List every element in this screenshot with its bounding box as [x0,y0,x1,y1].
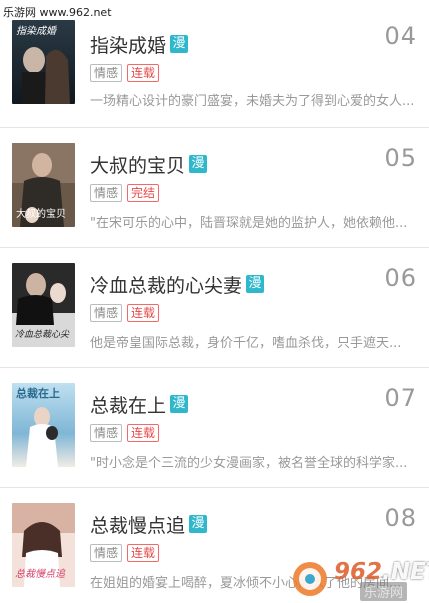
list-item[interactable]: 总裁在上 总裁在上 漫 07 情感 连载 "时小念是个三流的少女漫画家，被名誉全… [0,368,429,488]
cover-image[interactable]: 总裁在上 [12,383,75,467]
rank-number: 07 [384,384,417,412]
list-item[interactable]: 冷血总裁心尖 冷血总裁的心尖妻 漫 06 情感 连载 他是帝皇国际总裁，身价千亿… [0,248,429,368]
list-item[interactable]: 大叔的宝贝 大叔的宝贝 漫 05 情感 完结 "在宋可乐的心中，陆晋琛就是她的监… [0,128,429,248]
cover-title: 大叔的宝贝 [16,207,66,220]
comic-title[interactable]: 冷血总裁的心尖妻 [90,271,242,298]
logo-icon [293,562,327,596]
status-tag: 完结 [127,184,160,202]
rank-number: 05 [384,144,417,172]
genre-tag: 情感 [90,424,123,442]
comic-description: 他是帝皇国际总裁，身价千亿，嗜血杀伐，只手遮天... [90,336,402,351]
cover-image[interactable]: 大叔的宝贝 [12,143,75,227]
site-logo-watermark: 962.NET 乐游网 [288,559,429,601]
status-tag: 连载 [127,544,160,562]
status-tag: 连载 [127,304,160,322]
genre-tag: 情感 [90,304,123,322]
genre-tag: 情感 [90,544,123,562]
genre-tag: 情感 [90,64,123,82]
rank-number: 04 [384,22,417,50]
manga-badge: 漫 [189,515,208,533]
page: 乐游网 www.962.net 指染成婚 指染成婚 漫 04 情感 连载 一场精… [0,0,429,603]
site-watermark: 乐游网 www.962.net [3,6,112,19]
rank-number: 06 [384,264,417,292]
tag-group: 情感 完结 [90,184,160,202]
comic-description: "时小念是个三流的少女漫画家，被名誉全球的科学家... [90,456,408,471]
status-tag: 连载 [127,424,160,442]
cover-title: 冷血总裁心尖 [15,329,70,340]
status-tag: 连载 [127,64,160,82]
cover-title: 指染成婚 [16,25,58,37]
manga-badge: 漫 [170,395,189,413]
genre-tag: 情感 [90,184,123,202]
tag-group: 情感 连载 [90,544,160,562]
comic-title[interactable]: 总裁在上 [90,391,166,418]
comic-description: 一场精心设计的豪门盛宴，未婚夫为了得到心爱的女人... [90,94,415,109]
tag-group: 情感 连载 [90,64,160,82]
cover-art: 总裁在上 [12,383,75,467]
comic-description: "在宋可乐的心中，陆晋琛就是她的监护人，她依赖他... [90,216,408,231]
cover-image[interactable]: 指染成婚 [12,20,75,104]
tag-group: 情感 连载 [90,424,160,442]
cover-image[interactable]: 总裁慢点追 [12,503,75,587]
cover-title: 总裁慢点追 [15,568,66,580]
cover-art: 总裁慢点追 [12,503,75,587]
logo-subtitle: 乐游网 [360,582,408,601]
manga-badge: 漫 [189,155,208,173]
cover-art: 冷血总裁心尖 [12,263,75,347]
manga-badge: 漫 [170,35,189,53]
cover-title: 总裁在上 [16,386,60,400]
comic-title[interactable]: 大叔的宝贝 [90,151,185,178]
comic-title[interactable]: 总裁慢点追 [90,511,185,538]
manga-badge: 漫 [246,275,265,293]
cover-image[interactable]: 冷血总裁心尖 [12,263,75,347]
cover-art: 指染成婚 [12,20,75,104]
tag-group: 情感 连载 [90,304,160,322]
rank-number: 08 [384,504,417,532]
comic-title[interactable]: 指染成婚 [90,31,166,58]
cover-art: 大叔的宝贝 [12,143,75,227]
